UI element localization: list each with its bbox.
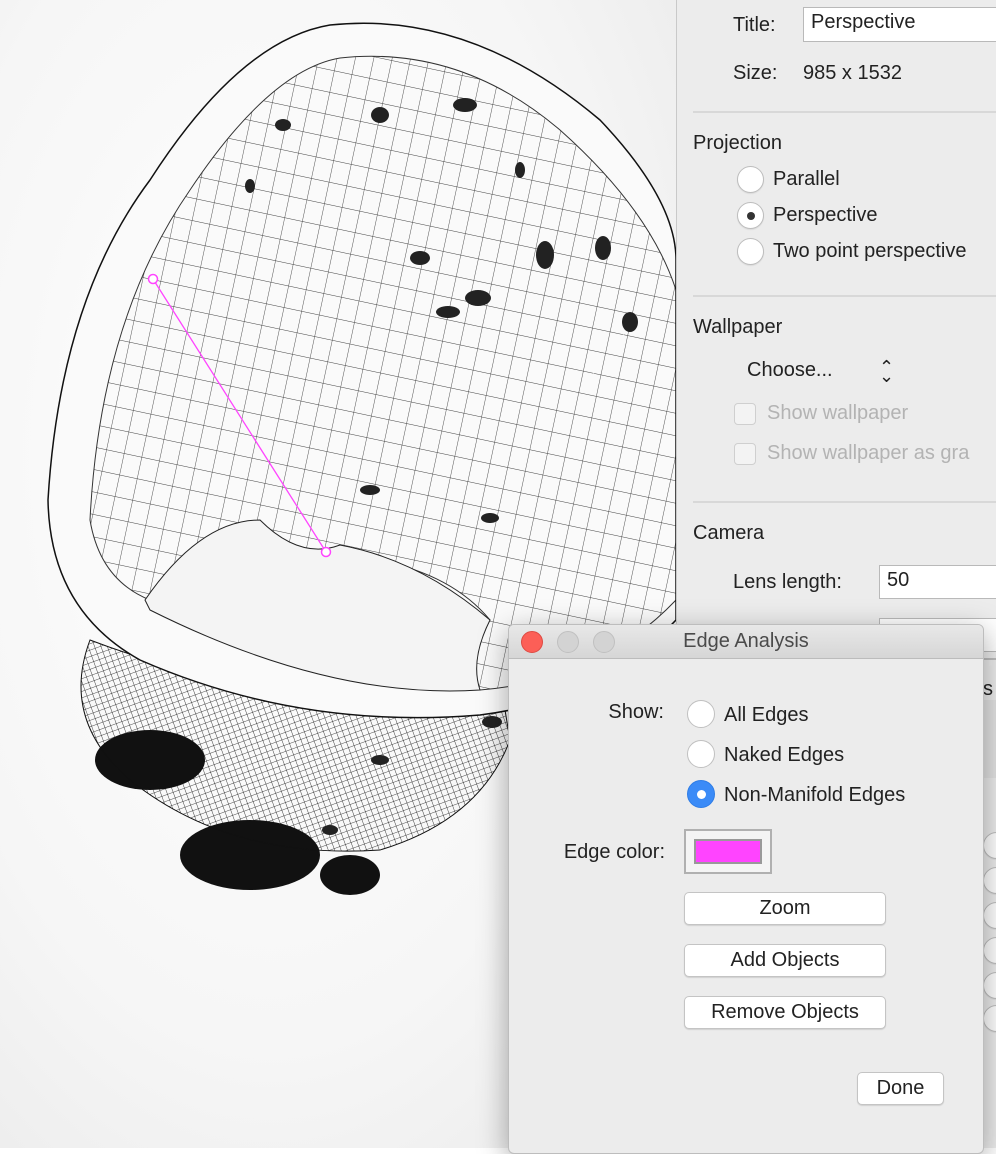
non-manifold-edges-label: Non-Manifold Edges xyxy=(724,784,906,806)
parallel-label: Parallel xyxy=(773,168,840,190)
dialog-titlebar[interactable]: Edge Analysis xyxy=(509,625,983,659)
zoom-button[interactable]: Zoom xyxy=(684,892,886,925)
edge-color-label: Edge color: xyxy=(563,841,665,863)
non-manifold-edges-radio[interactable] xyxy=(687,780,715,808)
add-objects-button[interactable]: Add Objects xyxy=(684,944,886,977)
show-wallpaper-checkbox[interactable] xyxy=(734,403,756,425)
divider xyxy=(693,111,996,113)
done-button[interactable]: Done xyxy=(857,1072,944,1105)
partial-label: s xyxy=(983,678,993,700)
perspective-radio[interactable] xyxy=(737,202,764,229)
projection-heading: Projection xyxy=(693,132,782,154)
naked-edges-radio[interactable] xyxy=(687,740,715,768)
partial-radio[interactable] xyxy=(983,1005,996,1032)
show-wallpaper-gray-label: Show wallpaper as gra xyxy=(767,442,970,464)
edge-color-well[interactable] xyxy=(684,829,772,874)
partial-radio[interactable] xyxy=(983,902,996,929)
partial-radio[interactable] xyxy=(983,972,996,999)
two-point-perspective-radio[interactable] xyxy=(737,238,764,265)
title-input[interactable]: Perspective xyxy=(803,7,996,42)
edge-color-swatch xyxy=(694,839,762,864)
lens-length-label: Lens length: xyxy=(733,571,842,593)
show-wallpaper-label: Show wallpaper xyxy=(767,402,909,424)
remove-objects-button[interactable]: Remove Objects xyxy=(684,996,886,1029)
divider xyxy=(693,295,996,297)
all-edges-radio[interactable] xyxy=(687,700,715,728)
partial-radio[interactable] xyxy=(983,937,996,964)
title-label: Title: xyxy=(733,14,776,36)
edge-analysis-dialog: Edge Analysis Show: All Edges Naked Edge… xyxy=(508,624,984,1154)
two-point-perspective-label: Two point perspective xyxy=(773,240,967,262)
lens-length-input[interactable]: 50 xyxy=(879,565,996,599)
wallpaper-choose-popup[interactable]: Choose... ⌃ ⌄ xyxy=(737,356,907,388)
updown-chevron-icon-lower: ⌄ xyxy=(879,366,895,386)
parallel-radio[interactable] xyxy=(737,166,764,193)
size-value: 985 x 1532 xyxy=(803,62,902,84)
wallpaper-choose-label: Choose... xyxy=(747,359,833,381)
perspective-label: Perspective xyxy=(773,204,878,226)
divider xyxy=(693,501,996,503)
partial-radio[interactable] xyxy=(983,832,996,859)
naked-edges-label: Naked Edges xyxy=(724,744,845,766)
show-label: Show: xyxy=(608,701,664,723)
partial-radio[interactable] xyxy=(983,867,996,894)
dialog-title: Edge Analysis xyxy=(683,630,809,652)
camera-heading: Camera xyxy=(693,522,765,544)
show-wallpaper-gray-checkbox[interactable] xyxy=(734,443,756,465)
all-edges-label: All Edges xyxy=(724,704,809,726)
size-label: Size: xyxy=(733,62,778,84)
wallpaper-heading: Wallpaper xyxy=(693,316,783,338)
